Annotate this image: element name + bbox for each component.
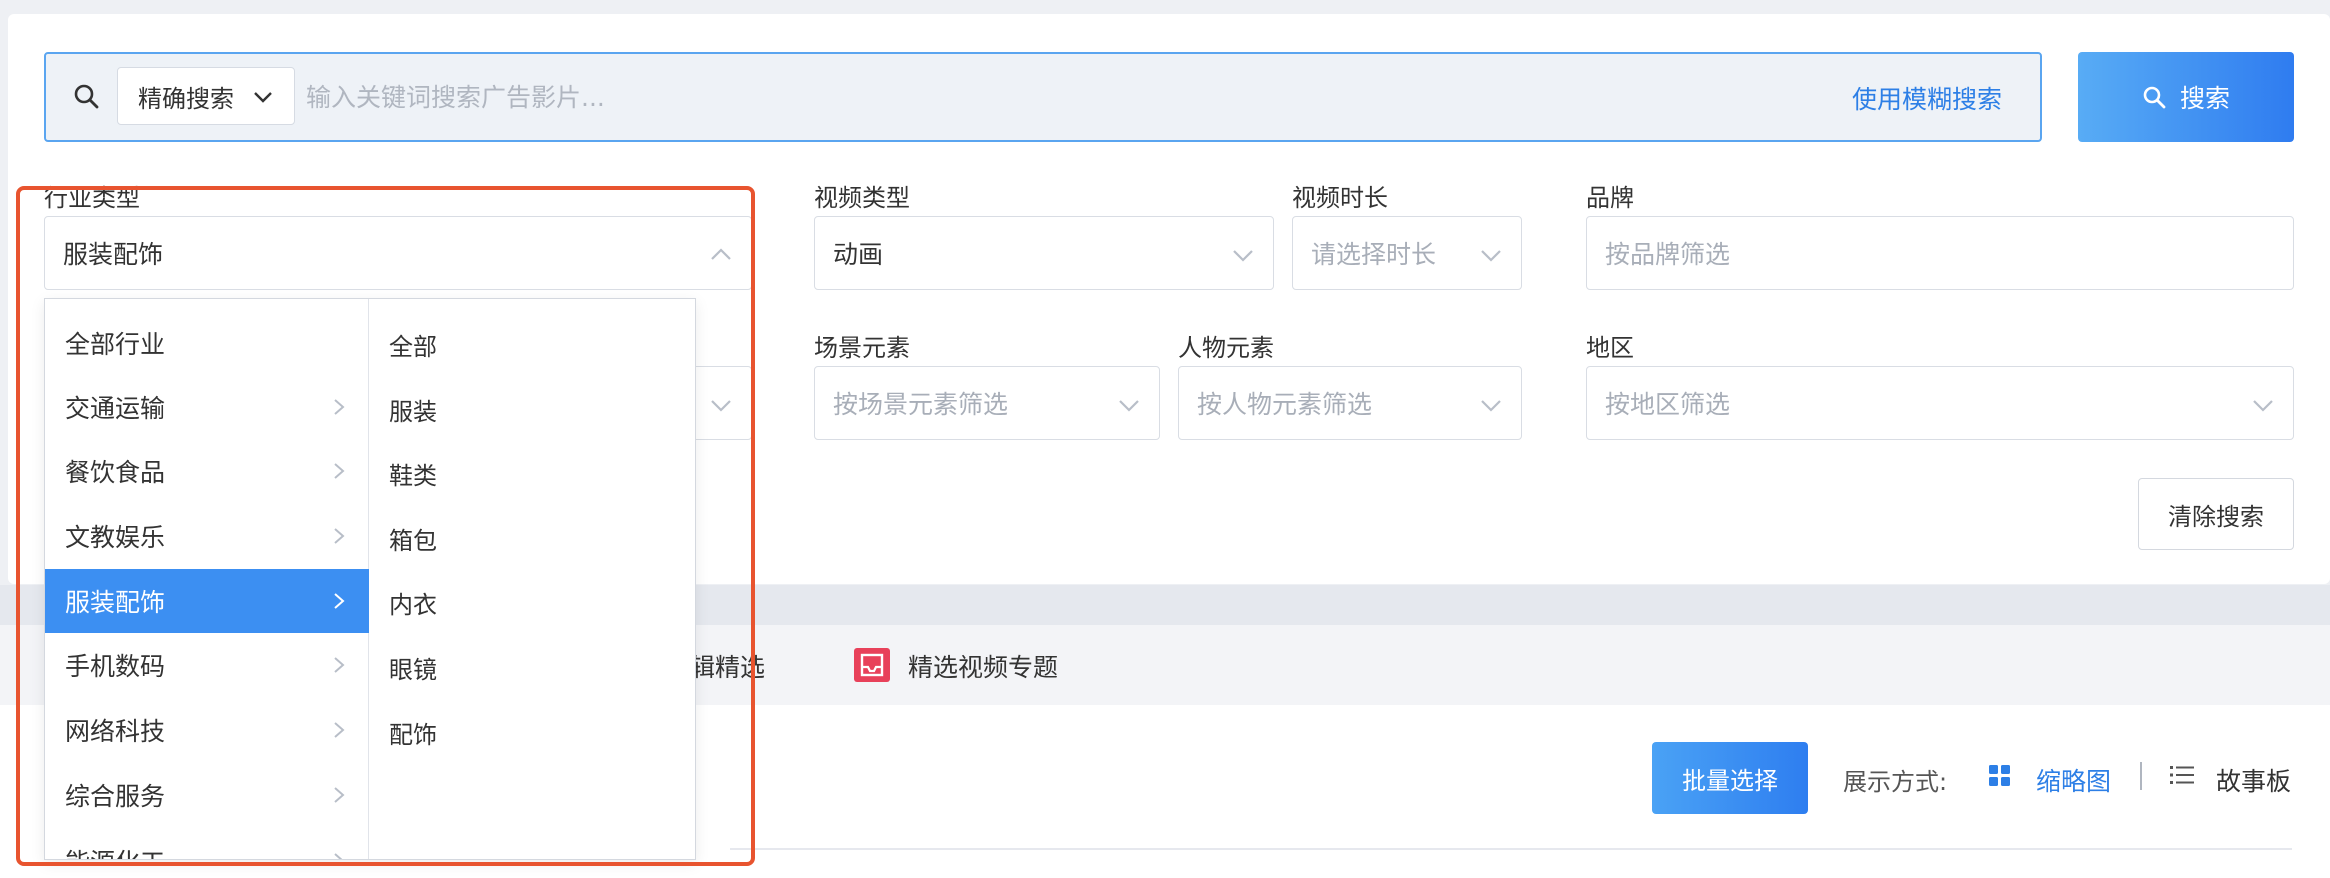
chevron-down-icon [2253,400,2273,412]
thumbnail-view-link[interactable]: 缩略图 [2036,762,2111,798]
chevron-down-icon [1481,250,1501,262]
inbox-icon [860,653,884,677]
search-icon [74,84,99,109]
person-label: 人物元素 [1178,334,1274,362]
highlight-annotation [16,186,755,866]
divider-line [730,848,2292,850]
search-mode-label: 精确搜索 [138,84,234,113]
search-icon [2143,86,2166,109]
duration-label: 视频时长 [1292,184,1388,212]
person-placeholder: 按人物元素筛选 [1197,390,1373,419]
chevron-down-icon [1119,400,1139,412]
brand-label: 品牌 [1586,184,1634,212]
duration-placeholder: 请选择时长 [1311,240,1437,269]
region-label: 地区 [1586,334,1634,362]
view-mode-label: 展示方式: [1843,768,1948,796]
list-icon[interactable] [2170,764,2194,786]
storyboard-view-link[interactable]: 故事板 [2216,762,2291,798]
brand-placeholder: 按品牌筛选 [1605,240,1731,269]
scene-select[interactable]: 按场景元素筛选 [814,366,1160,440]
grid-icon[interactable] [1988,764,2012,788]
separator [2140,762,2142,790]
chevron-down-icon [254,92,272,103]
brand-input[interactable]: 按品牌筛选 [1586,216,2294,290]
region-placeholder: 按地区筛选 [1605,390,1731,419]
video-type-label: 视频类型 [814,184,910,212]
tab-featured-topics[interactable]: 精选视频专题 [908,648,1058,684]
video-type-value: 动画 [833,240,884,269]
person-select[interactable]: 按人物元素筛选 [1178,366,1522,440]
search-button[interactable]: 搜索 [2078,52,2294,142]
scene-placeholder: 按场景元素筛选 [833,390,1009,419]
scene-label: 场景元素 [814,334,910,362]
region-select[interactable]: 按地区筛选 [1586,366,2294,440]
search-mode-select[interactable]: 精确搜索 [117,67,295,125]
video-type-select[interactable]: 动画 [814,216,1274,290]
search-button-label: 搜索 [2179,84,2230,113]
chevron-down-icon [1233,250,1253,262]
topic-icon [854,648,890,682]
fuzzy-search-link[interactable]: 使用模糊搜索 [1852,80,2002,116]
clear-search-button[interactable]: 清除搜索 [2138,478,2294,550]
batch-select-button[interactable]: 批量选择 [1652,742,1808,814]
search-input[interactable] [306,70,1806,124]
duration-select[interactable]: 请选择时长 [1292,216,1522,290]
chevron-down-icon [1481,400,1501,412]
